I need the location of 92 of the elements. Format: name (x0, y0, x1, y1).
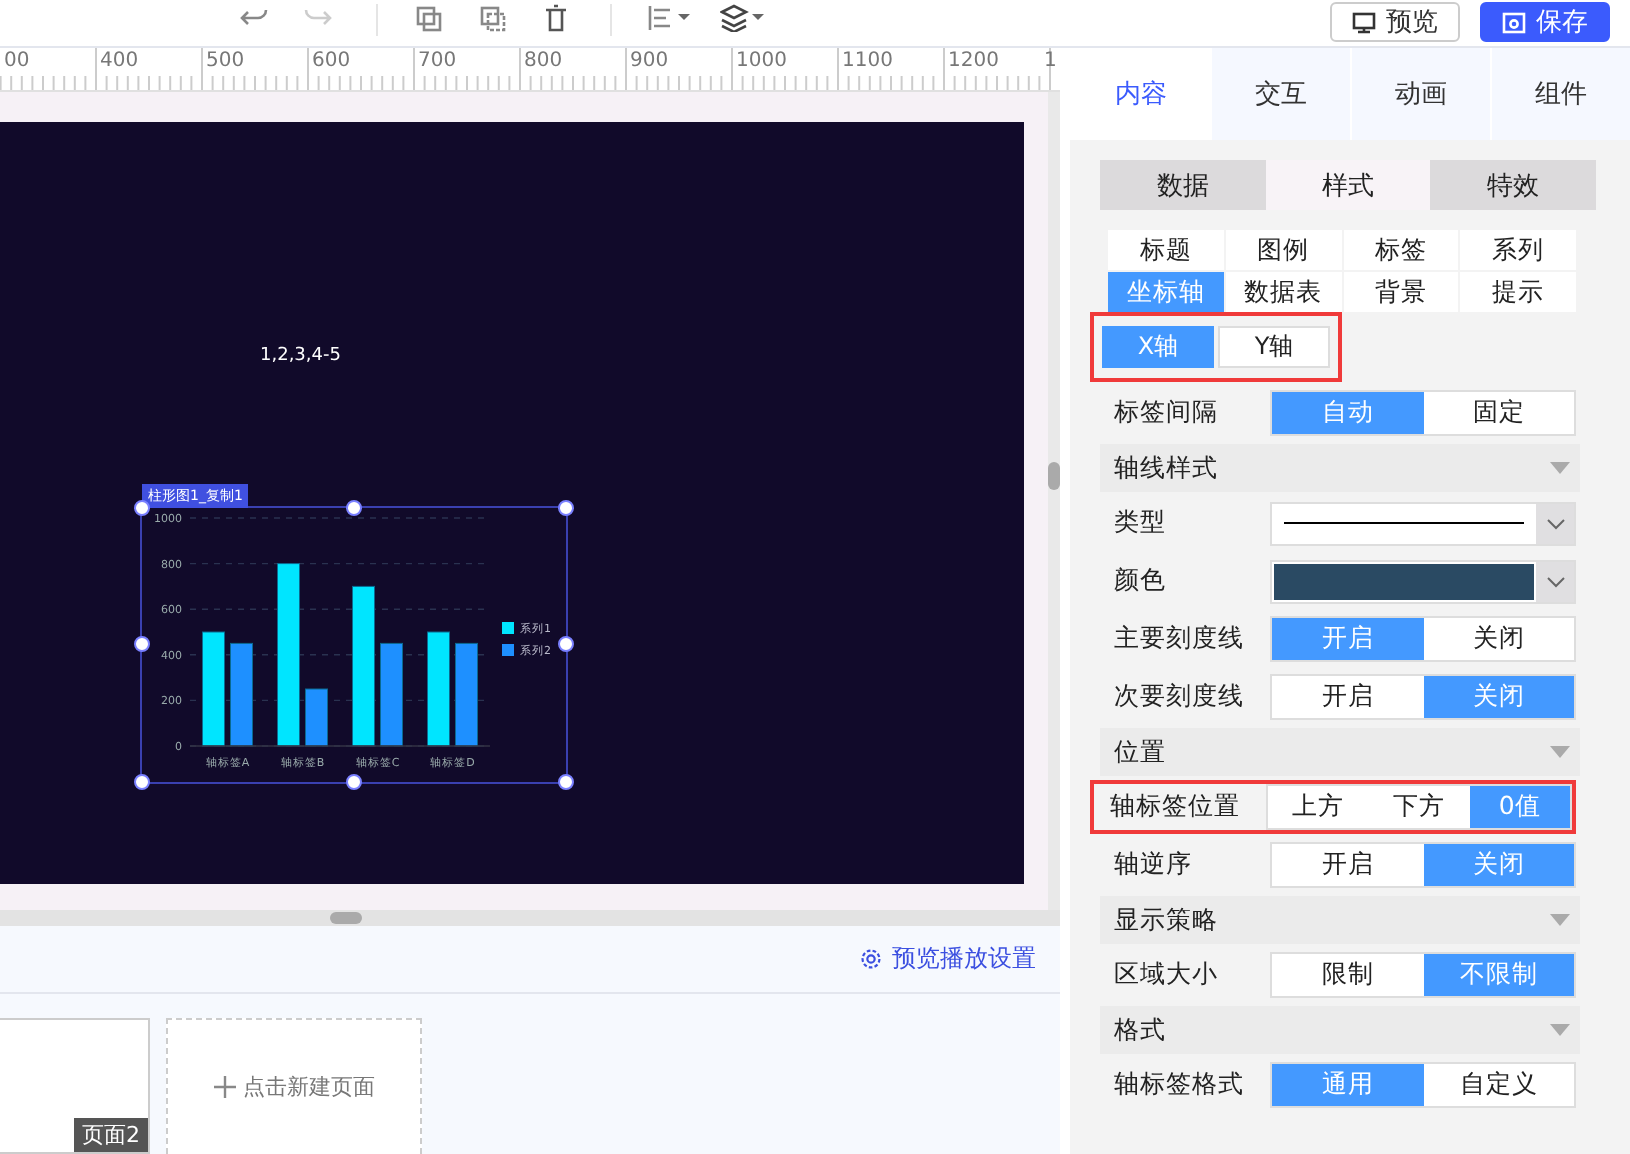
bar (427, 631, 450, 747)
ruler-label: 700 (416, 50, 457, 72)
sub-tab[interactable]: 标签 (1343, 230, 1459, 270)
section-header[interactable]: 显示策略 (1100, 896, 1580, 944)
section-header[interactable]: 格式 (1100, 1006, 1580, 1054)
option-button[interactable]: 固定 (1423, 392, 1574, 434)
bar (230, 642, 253, 747)
align-icon[interactable] (646, 4, 690, 32)
option-button[interactable]: 下方 (1368, 786, 1470, 828)
sub-tab[interactable]: 背景 (1343, 272, 1459, 312)
plus-icon (213, 1076, 235, 1098)
panel-tab[interactable]: 动画 (1350, 48, 1490, 140)
settings-icon (860, 948, 882, 970)
option-button[interactable]: 限制 (1272, 954, 1423, 996)
option-button[interactable]: 关闭 (1423, 618, 1574, 660)
preview-button[interactable]: 预览 (1330, 2, 1460, 42)
section-header[interactable]: 位置 (1100, 728, 1580, 776)
line-style-select[interactable] (1270, 501, 1576, 545)
page-label: 页面2 (74, 1118, 148, 1152)
bar (305, 688, 328, 747)
ruler-label: 1200 (946, 50, 999, 72)
caret-icon (1550, 1024, 1570, 1036)
sub-tab[interactable]: 图例 (1225, 230, 1341, 270)
camera-icon (1502, 11, 1526, 33)
text-widget[interactable]: 1,2,3,4-5 (260, 345, 341, 366)
ruler-label: 1000 (734, 50, 787, 72)
setting-label: 轴标签格式 (1114, 1068, 1246, 1102)
panel-tab[interactable]: 交互 (1210, 48, 1350, 140)
monitor-icon (1352, 11, 1376, 33)
new-page-button[interactable]: 点击新建页面 (166, 1018, 422, 1154)
style-tab[interactable]: 特效 (1430, 160, 1596, 210)
section-title: 位置 (1114, 735, 1166, 769)
setting-label: 区域大小 (1114, 958, 1220, 992)
caret-icon (1545, 517, 1565, 529)
setting-label: 颜色 (1114, 564, 1168, 598)
option-button[interactable]: 自定义 (1423, 1064, 1574, 1106)
section-title: 轴线样式 (1114, 451, 1218, 485)
ruler-label: 500 (204, 50, 245, 72)
resize-handle[interactable] (134, 636, 150, 653)
vertical-scrollbar[interactable] (1048, 91, 1060, 912)
resize-handle[interactable] (558, 773, 574, 790)
ruler-label: 600 (310, 50, 351, 72)
resize-handle[interactable] (558, 499, 574, 516)
layers-icon[interactable] (720, 4, 764, 32)
section-title: 格式 (1114, 1013, 1166, 1047)
axis-tab[interactable]: Y轴 (1218, 326, 1330, 368)
sub-tab[interactable]: 提示 (1460, 272, 1576, 312)
setting-label: 次要刻度线 (1114, 680, 1246, 714)
setting-label: 类型 (1114, 506, 1168, 540)
setting-label: 轴标签位置 (1110, 790, 1242, 824)
paste-icon[interactable] (478, 4, 506, 32)
sub-tab[interactable]: 系列 (1460, 230, 1576, 270)
copy-icon[interactable] (414, 4, 442, 32)
ruler-label: 1100 (840, 50, 893, 72)
option-button[interactable]: 上方 (1268, 786, 1369, 828)
caret-icon (1550, 914, 1570, 926)
sub-tab[interactable]: 数据表 (1225, 272, 1341, 312)
ruler-label: 400 (98, 50, 139, 72)
section-header[interactable]: 轴线样式 (1100, 444, 1580, 492)
legend-swatch (502, 643, 514, 656)
panel-tab[interactable]: 组件 (1490, 48, 1630, 140)
section-title: 显示策略 (1114, 903, 1218, 937)
ruler-label: 900 (628, 50, 669, 72)
bar (202, 631, 225, 747)
resize-handle[interactable] (558, 636, 574, 653)
resize-handle[interactable] (134, 499, 150, 516)
option-button[interactable]: 开启 (1272, 676, 1423, 718)
delete-icon[interactable] (542, 4, 570, 32)
sub-tab[interactable]: 标题 (1108, 230, 1224, 270)
setting-label: 标签间隔 (1114, 396, 1220, 430)
ruler-label: 00 (2, 50, 30, 72)
resize-handle[interactable] (346, 499, 362, 516)
ruler-label: 1 (1042, 50, 1057, 72)
caret-icon (1550, 462, 1570, 474)
caret-icon (1550, 746, 1570, 758)
horizontal-scrollbar[interactable] (0, 910, 1060, 926)
legend-swatch (502, 621, 514, 634)
setting-label: 主要刻度线 (1114, 622, 1246, 656)
bar (455, 642, 478, 747)
page-thumbnail[interactable]: 页面2 (0, 1018, 150, 1154)
style-tab[interactable]: 样式 (1265, 160, 1431, 210)
ruler-label: 800 (522, 50, 563, 72)
resize-handle[interactable] (134, 773, 150, 790)
style-tab[interactable]: 数据 (1100, 160, 1266, 210)
save-button[interactable]: 保存 (1480, 2, 1610, 42)
bar (380, 642, 403, 747)
resize-handle[interactable] (346, 773, 362, 790)
caret-icon (1545, 575, 1565, 587)
option-button[interactable]: 开启 (1272, 844, 1423, 886)
setting-label: 轴逆序 (1114, 848, 1194, 882)
preview-settings-link[interactable]: 预览播放设置 (860, 942, 1036, 976)
color-select[interactable] (1270, 559, 1576, 603)
